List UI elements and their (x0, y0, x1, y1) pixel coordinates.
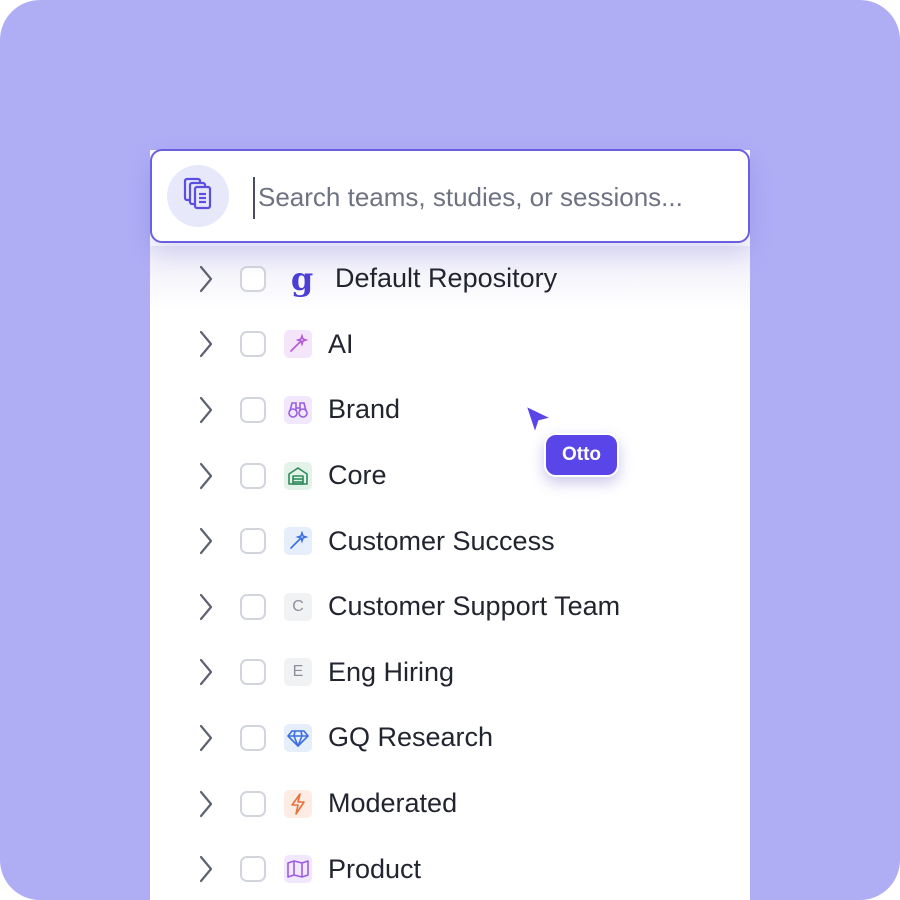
chevron-right-icon[interactable] (196, 788, 216, 820)
list-item[interactable]: Core (150, 443, 750, 509)
search-bar[interactable] (150, 149, 750, 243)
list-item[interactable]: AI (150, 312, 750, 378)
list-item-label: Customer Success (328, 525, 555, 556)
team-list: g Default Repository AI Brand Core Custo… (150, 246, 750, 900)
letter-icon: C (284, 592, 312, 621)
chevron-right-icon[interactable] (196, 328, 216, 360)
chevron-right-icon[interactable] (196, 263, 216, 295)
list-item-label: Brand (328, 394, 401, 425)
magic-wand-icon (284, 527, 312, 556)
binoculars-icon (284, 395, 312, 424)
repository-logo-icon: g (290, 259, 314, 298)
row-checkbox[interactable] (240, 331, 266, 358)
chevron-right-icon[interactable] (196, 525, 216, 557)
row-checkbox[interactable] (240, 724, 266, 751)
list-item-label: AI (328, 328, 354, 359)
letter-icon: E (284, 658, 312, 687)
list-item-label: Eng Hiring (328, 656, 455, 687)
list-item[interactable]: Product (150, 836, 750, 900)
list-item[interactable]: g Default Repository (150, 246, 750, 312)
magic-wand-icon (284, 330, 312, 359)
list-item[interactable]: Customer Success (150, 508, 750, 574)
warehouse-icon (284, 461, 312, 490)
chevron-right-icon[interactable] (196, 722, 216, 754)
row-checkbox[interactable] (240, 462, 266, 489)
background-frame: g Default Repository AI Brand Co (0, 0, 900, 900)
list-item[interactable]: GQ Research (150, 705, 750, 771)
collaborator-name-tag: Otto (544, 433, 620, 477)
chevron-right-icon[interactable] (196, 460, 216, 492)
chevron-right-icon[interactable] (196, 394, 216, 426)
list-item[interactable]: E Eng Hiring (150, 640, 750, 706)
documents-icon (182, 176, 214, 217)
text-caret (253, 177, 255, 219)
list-item[interactable]: Brand (150, 377, 750, 443)
map-icon (284, 855, 312, 884)
row-checkbox[interactable] (240, 790, 266, 817)
list-item-label: Product (328, 853, 422, 884)
list-item-label: Customer Support Team (328, 591, 621, 622)
chevron-right-icon[interactable] (196, 591, 216, 623)
chevron-right-icon[interactable] (196, 656, 216, 688)
list-item[interactable]: C Customer Support Team (150, 574, 750, 640)
search-badge (167, 165, 229, 227)
list-item-label: Default Repository (335, 263, 558, 294)
diamond-icon (284, 723, 312, 752)
row-checkbox[interactable] (240, 856, 266, 883)
list-item-label: Core (328, 460, 387, 491)
row-checkbox[interactable] (240, 396, 266, 423)
lightning-icon (284, 789, 312, 818)
list-item-label: Moderated (328, 788, 458, 819)
list-item[interactable]: Moderated (150, 771, 750, 837)
search-input[interactable] (258, 171, 728, 223)
chevron-right-icon[interactable] (196, 853, 216, 885)
row-checkbox[interactable] (240, 528, 266, 555)
row-checkbox[interactable] (240, 265, 266, 292)
row-checkbox[interactable] (240, 659, 266, 686)
list-item-label: GQ Research (328, 722, 494, 753)
row-checkbox[interactable] (240, 593, 266, 620)
